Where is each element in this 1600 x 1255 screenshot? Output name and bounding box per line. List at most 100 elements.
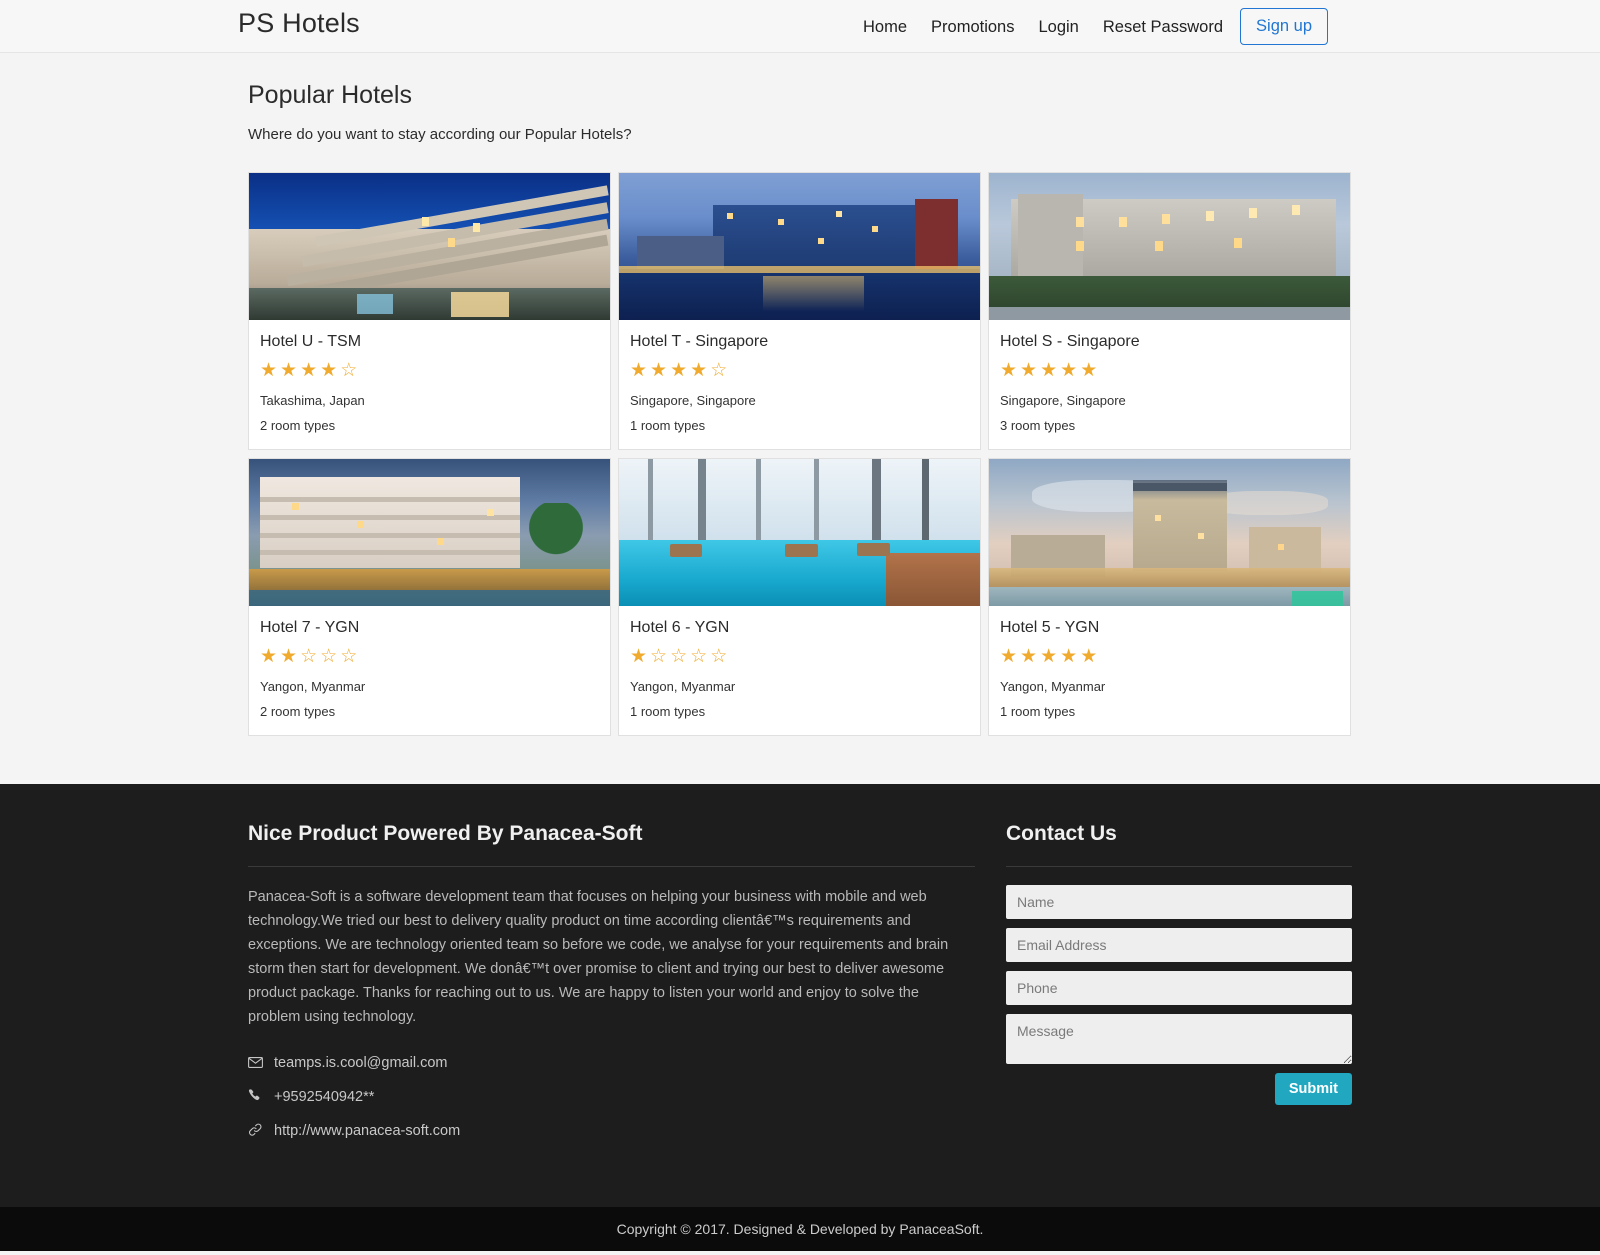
hotel-card[interactable]: Hotel 5 - YGN ★★★★★ Yangon, Myanmar 1 room … [988, 458, 1351, 736]
star-filled-icon: ★ [280, 360, 301, 381]
copyright-bar: Copyright © 2017. Designed & Developed b… [0, 1207, 1600, 1251]
footer-contact-form: Contact Us Submit [1006, 822, 1352, 1157]
hotel-image [249, 459, 610, 606]
hotel-image [249, 173, 610, 320]
star-filled-icon: ★ [300, 360, 321, 381]
message-textarea[interactable] [1006, 1014, 1352, 1064]
star-filled-icon: ★ [630, 360, 651, 381]
signup-button[interactable]: Sign up [1240, 8, 1328, 45]
hotel-rating-stars: ★★★★★ [1000, 647, 1339, 666]
contact-form-divider [1006, 866, 1352, 867]
name-input[interactable] [1006, 885, 1352, 919]
contact-email-value: teamps.is.cool@gmail.com [274, 1055, 448, 1071]
nav-link-login[interactable]: Login [1026, 14, 1090, 40]
phone-icon [248, 1089, 274, 1105]
hotel-location: Yangon, Myanmar [630, 679, 736, 694]
page-subtitle: Where do you want to stay according our … [248, 126, 632, 143]
star-filled-icon: ★ [630, 646, 651, 667]
hotel-grid: Hotel U - TSM ★★★★☆ Takashima, Japan 2 room… [248, 172, 1352, 744]
hotel-image [989, 173, 1350, 320]
star-filled-icon: ★ [1060, 360, 1081, 381]
star-empty-icon: ☆ [300, 646, 321, 667]
star-filled-icon: ★ [1060, 646, 1081, 667]
nav-link-reset-password[interactable]: Reset Password [1091, 14, 1235, 40]
star-filled-icon: ★ [260, 360, 281, 381]
email-input[interactable] [1006, 928, 1352, 962]
star-filled-icon: ★ [1080, 360, 1101, 381]
hotel-location: Singapore, Singapore [1000, 393, 1126, 408]
hotel-card-body: Hotel U - TSM ★★★★☆ Takashima, Japan 2 room… [249, 320, 610, 449]
hotel-rating-stars: ★☆☆☆☆ [630, 647, 969, 666]
hotel-rating-stars: ★★★★☆ [260, 361, 599, 380]
copyright-text: Copyright © 2017. Designed & Developed b… [616, 1221, 984, 1237]
hotel-location: Takashima, Japan [260, 393, 365, 408]
page-root: PS Hotels Home Promotions Login Reset Pa… [0, 0, 1600, 1255]
star-filled-icon: ★ [1020, 360, 1041, 381]
hotel-image [989, 459, 1350, 606]
star-filled-icon: ★ [1020, 646, 1041, 667]
star-empty-icon: ☆ [710, 360, 731, 381]
hotel-name: Hotel U - TSM [260, 333, 362, 350]
hotel-rating-stars: ★★★★☆ [630, 361, 969, 380]
hotel-location: Yangon, Myanmar [1000, 679, 1106, 694]
star-empty-icon: ☆ [690, 646, 711, 667]
page-title: Popular Hotels [248, 81, 412, 109]
star-empty-icon: ☆ [320, 646, 341, 667]
hotel-card-body: Hotel S - Singapore ★★★★★ Singapore, Singa… [989, 320, 1350, 449]
hotel-location: Singapore, Singapore [630, 393, 756, 408]
hotel-room-types: 1 room types [630, 418, 706, 433]
star-filled-icon: ★ [1040, 360, 1061, 381]
hotel-name: Hotel T - Singapore [630, 333, 769, 350]
footer-about: Nice Product Powered By Panacea-Soft Pan… [248, 822, 975, 1157]
contact-email-row[interactable]: teamps.is.cool@gmail.com [248, 1055, 975, 1071]
nav-link-promotions[interactable]: Promotions [919, 14, 1026, 40]
hotel-name: Hotel 7 - YGN [260, 619, 360, 636]
star-filled-icon: ★ [280, 646, 301, 667]
footer-about-body: Panacea-Soft is a software development t… [248, 889, 949, 1025]
hotel-card[interactable]: Hotel U - TSM ★★★★☆ Takashima, Japan 2 room… [248, 172, 611, 450]
contact-phone-row[interactable]: +9592540942** [248, 1089, 975, 1105]
star-filled-icon: ★ [1000, 646, 1021, 667]
hotel-image [619, 173, 980, 320]
star-empty-icon: ☆ [670, 646, 691, 667]
submit-button[interactable]: Submit [1274, 1073, 1352, 1105]
hotel-card-body: Hotel 6 - YGN ★☆☆☆☆ Yangon, Myanmar 1 room … [619, 606, 980, 735]
hotel-room-types: 1 room types [1000, 704, 1076, 719]
nav-link-home[interactable]: Home [851, 14, 919, 40]
phone-input[interactable] [1006, 971, 1352, 1005]
hotel-rating-stars: ★★★★★ [1000, 361, 1339, 380]
star-filled-icon: ★ [650, 360, 671, 381]
hotel-room-types: 2 room types [260, 704, 336, 719]
hotel-card[interactable]: Hotel S - Singapore ★★★★★ Singapore, Singa… [988, 172, 1351, 450]
top-navbar: PS Hotels Home Promotions Login Reset Pa… [0, 0, 1600, 53]
star-filled-icon: ★ [260, 646, 281, 667]
site-footer: Nice Product Powered By Panacea-Soft Pan… [0, 784, 1600, 1207]
link-icon [248, 1123, 274, 1139]
submit-row: Submit [1006, 1073, 1352, 1105]
contact-website-row[interactable]: http://www.panacea-soft.com [248, 1123, 975, 1139]
footer-about-heading: Nice Product Powered By Panacea-Soft [248, 822, 643, 845]
star-filled-icon: ★ [1080, 646, 1101, 667]
hotel-card-body: Hotel 7 - YGN ★★☆☆☆ Yangon, Myanmar 2 room … [249, 606, 610, 735]
hotel-card-body: Hotel T - Singapore ★★★★☆ Singapore, Singa… [619, 320, 980, 449]
hotel-name: Hotel S - Singapore [1000, 333, 1140, 350]
star-empty-icon: ☆ [340, 360, 361, 381]
hotel-card[interactable]: Hotel 6 - YGN ★☆☆☆☆ Yangon, Myanmar 1 room … [618, 458, 981, 736]
hotel-location: Yangon, Myanmar [260, 679, 366, 694]
star-empty-icon: ☆ [650, 646, 671, 667]
contact-website-value: http://www.panacea-soft.com [274, 1123, 461, 1139]
contact-form-heading: Contact Us [1006, 822, 1117, 845]
star-filled-icon: ★ [1000, 360, 1021, 381]
hotel-name: Hotel 5 - YGN [1000, 619, 1100, 636]
brand-logo[interactable]: PS Hotels [238, 8, 360, 39]
hotel-card[interactable]: Hotel 7 - YGN ★★☆☆☆ Yangon, Myanmar 2 room … [248, 458, 611, 736]
star-empty-icon: ☆ [340, 646, 361, 667]
star-filled-icon: ★ [670, 360, 691, 381]
hotel-room-types: 1 room types [630, 704, 706, 719]
hotel-card-body: Hotel 5 - YGN ★★★★★ Yangon, Myanmar 1 room … [989, 606, 1350, 735]
hotel-card[interactable]: Hotel T - Singapore ★★★★☆ Singapore, Singa… [618, 172, 981, 450]
star-filled-icon: ★ [690, 360, 711, 381]
nav-links: Home Promotions Login Reset Password [851, 14, 1235, 40]
star-empty-icon: ☆ [710, 646, 731, 667]
star-filled-icon: ★ [1040, 646, 1061, 667]
